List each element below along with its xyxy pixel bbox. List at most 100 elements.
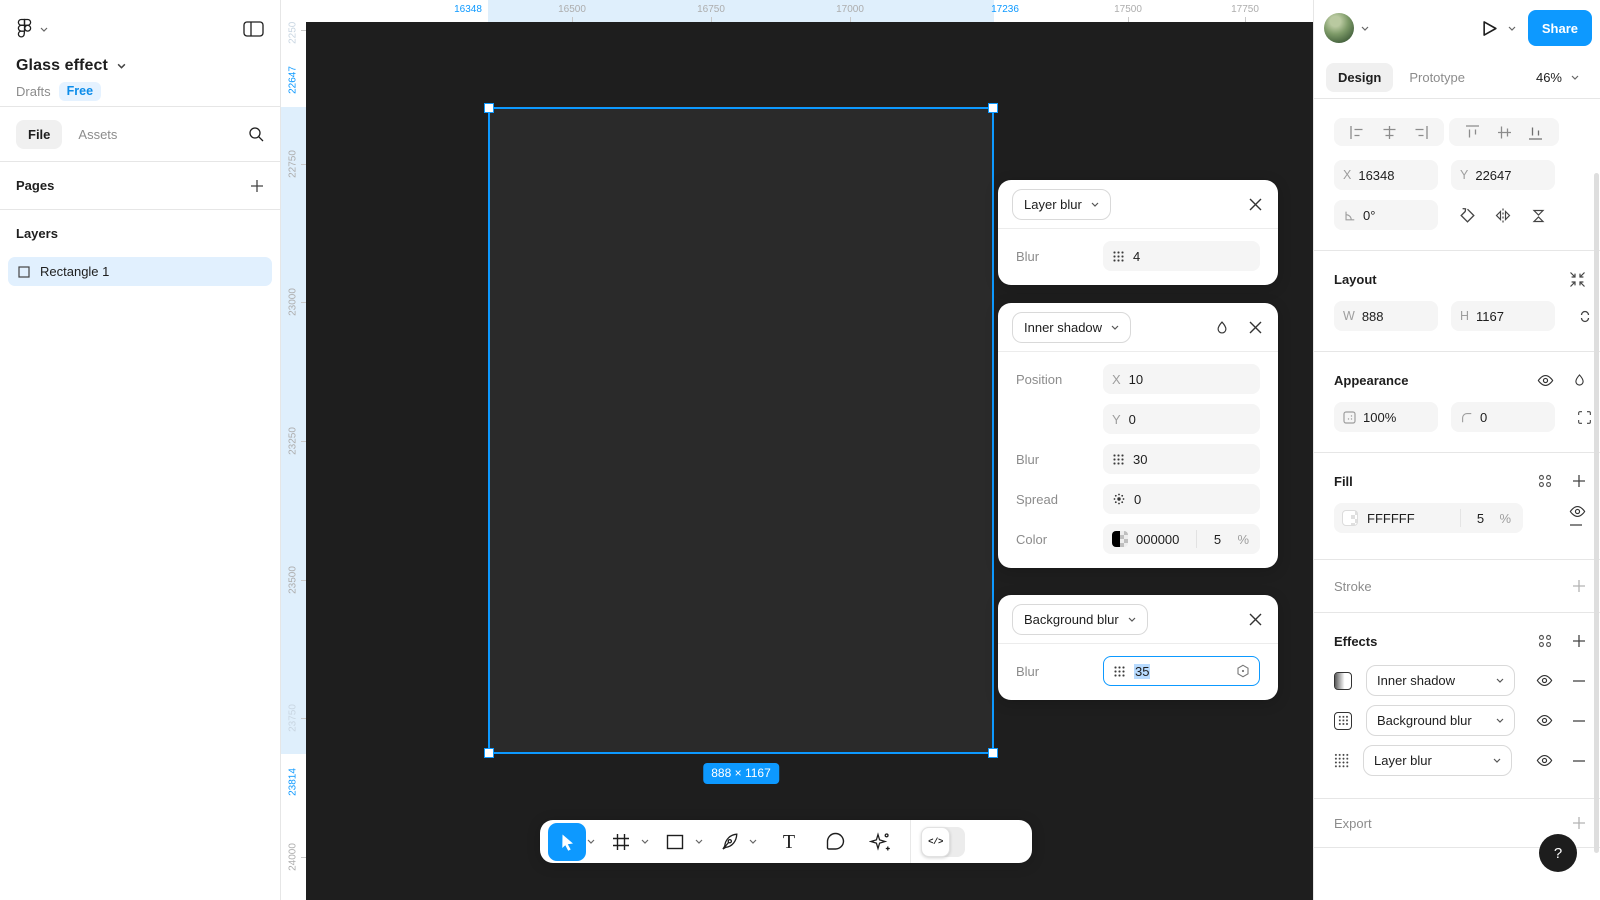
selected-rectangle[interactable] [488,107,994,754]
rotate-icon[interactable] [1458,206,1477,225]
shadow-color-opacity[interactable]: 5 [1197,532,1237,547]
layer-row-rectangle-1[interactable]: Rectangle 1 [8,257,272,286]
align-horizontal-center-icon[interactable] [1381,125,1398,140]
effect-styles-icon[interactable] [1537,633,1553,649]
effect-type-select[interactable]: Inner shadow [1366,665,1515,696]
effect-visibility-eye-icon[interactable] [1536,714,1553,727]
resize-handle-top-right[interactable] [988,103,998,113]
flip-vertical-icon[interactable] [1529,206,1548,224]
share-button[interactable]: Share [1528,10,1592,46]
tab-file[interactable]: File [16,120,62,149]
account-chevron-icon[interactable] [1361,26,1369,31]
align-left-icon[interactable] [1349,125,1366,140]
align-bottom-icon[interactable] [1528,124,1543,141]
comment-tool-button[interactable] [816,823,854,861]
text-tool-button[interactable]: T [770,823,808,861]
shadow-spread-input[interactable]: 0 [1103,484,1260,514]
effect-visibility-eye-icon[interactable] [1536,674,1553,687]
resize-handle-bottom-right[interactable] [988,748,998,758]
align-vertical-center-icon[interactable] [1497,124,1512,141]
present-play-icon[interactable] [1482,20,1498,37]
independent-corners-icon[interactable] [1577,410,1592,425]
move-tool-chevron-icon[interactable] [587,839,595,844]
present-chevron-icon[interactable] [1508,26,1516,31]
flip-horizontal-icon[interactable] [1494,206,1512,225]
fill-color-input[interactable]: FFFFFF 5 % [1334,503,1523,533]
move-tool-button[interactable] [548,823,586,861]
background-blur-value-input[interactable]: 35 [1103,656,1260,686]
add-page-icon[interactable] [250,179,264,193]
blend-droplet-icon[interactable] [1573,372,1586,388]
width-input[interactable]: W 888 [1334,301,1438,331]
height-input[interactable]: H 1167 [1451,301,1555,331]
frame-tool-chevron-icon[interactable] [641,839,649,844]
x-position-input[interactable]: X 16348 [1334,160,1438,190]
effect-visibility-eye-icon[interactable] [1536,754,1553,767]
remove-effect-icon[interactable] [1572,674,1586,688]
color-swatch[interactable] [1112,531,1128,547]
inner-shadow-type-dropdown[interactable]: Inner shadow [1012,312,1131,343]
resize-handle-top-left[interactable] [484,103,494,113]
chevron-down-icon[interactable] [40,27,48,32]
visibility-eye-icon[interactable] [1537,374,1554,387]
zoom-chevron-icon[interactable] [1571,75,1579,80]
remove-effect-icon[interactable] [1572,754,1586,768]
shadow-color-input[interactable]: 000000 5 % [1103,524,1260,554]
file-title[interactable]: Glass effect [16,57,108,75]
align-top-icon[interactable] [1465,124,1480,141]
plan-badge[interactable]: Free [59,82,101,101]
add-export-icon[interactable] [1572,816,1586,830]
avatar[interactable] [1324,13,1354,43]
pen-tool-chevron-icon[interactable] [749,839,757,844]
dev-mode-toggle[interactable]: </> [921,827,965,857]
remove-fill-icon[interactable] [1569,518,1583,532]
shadow-x-input[interactable]: X 10 [1103,364,1260,394]
shadow-blur-input[interactable]: 30 [1103,444,1260,474]
layer-blur-value-input[interactable]: 4 [1103,241,1260,271]
actions-tool-button[interactable] [860,823,898,861]
close-icon[interactable] [1249,321,1262,334]
add-effect-icon[interactable] [1572,634,1586,648]
constrain-proportions-icon[interactable] [1577,308,1593,325]
layer-blur-type-dropdown[interactable]: Layer blur [1012,189,1111,220]
shadow-y-input[interactable]: Y 0 [1103,404,1260,434]
shape-tool-button[interactable] [656,823,694,861]
shape-tool-chevron-icon[interactable] [695,839,703,844]
corner-radius-input[interactable]: 0 [1451,402,1555,432]
background-blur-type-dropdown[interactable]: Background blur [1012,604,1148,635]
right-sidebar-scrollbar[interactable] [1594,173,1599,853]
toggle-sidebar-icon[interactable] [243,21,264,37]
close-icon[interactable] [1249,613,1262,626]
effect-type-select[interactable]: Background blur [1366,705,1515,736]
search-icon[interactable] [248,126,264,142]
figma-logo-icon[interactable] [16,18,33,40]
blend-droplet-icon[interactable] [1215,319,1229,336]
tab-assets[interactable]: Assets [78,127,117,142]
effect-type-select[interactable]: Layer blur [1363,745,1512,776]
collapse-icon[interactable] [1569,271,1586,288]
close-icon[interactable] [1249,198,1262,211]
dev-mode-icon[interactable]: </> [921,827,950,857]
rotation-input[interactable]: 0° [1334,200,1438,230]
styles-library-icon[interactable] [1537,473,1553,489]
fill-opacity-value[interactable]: 5 [1461,511,1499,526]
chevron-down-icon[interactable] [117,63,126,69]
help-button[interactable]: ? [1539,834,1577,872]
add-fill-icon[interactable] [1572,474,1586,488]
fill-visibility-eye-icon[interactable] [1569,505,1586,518]
opacity-input[interactable]: 100% [1334,402,1438,432]
align-right-icon[interactable] [1412,125,1429,140]
add-stroke-icon[interactable] [1572,579,1586,593]
pen-tool-button[interactable] [710,823,748,861]
fill-swatch[interactable] [1342,510,1358,526]
resize-handle-bottom-left[interactable] [484,748,494,758]
zoom-level[interactable]: 46% [1536,70,1562,85]
breadcrumb-location[interactable]: Drafts [16,84,51,99]
y-position-input[interactable]: Y 22647 [1451,160,1555,190]
remove-effect-icon[interactable] [1572,714,1586,728]
frame-tool-button[interactable] [602,823,640,861]
tab-prototype[interactable]: Prototype [1409,70,1465,85]
effect-row: Layer blur [1334,745,1586,776]
variable-hexagon-icon[interactable] [1236,664,1250,678]
tab-design[interactable]: Design [1326,63,1393,92]
